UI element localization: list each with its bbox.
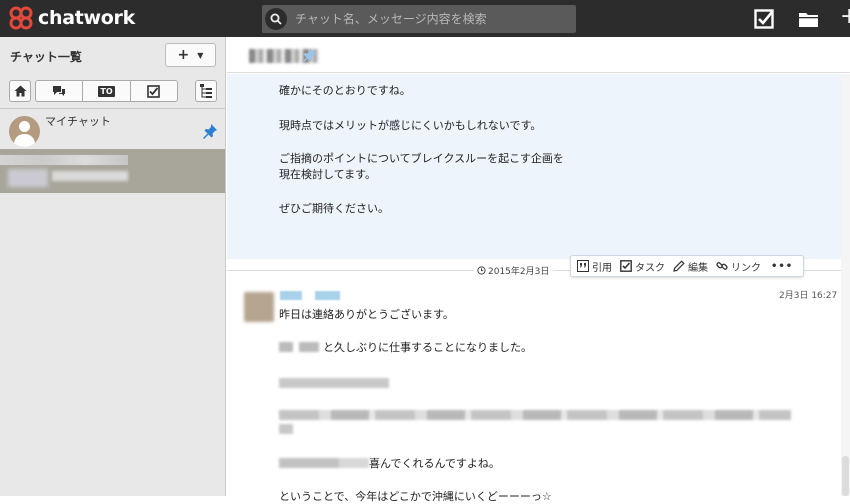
blurred-text bbox=[279, 378, 389, 388]
chat-filter-bar: TO bbox=[9, 80, 217, 102]
to-icon: TO bbox=[98, 85, 115, 97]
link-icon bbox=[716, 262, 728, 270]
avatar bbox=[9, 116, 40, 147]
message-line: 現在検討してます。 bbox=[279, 168, 377, 181]
task-check-icon bbox=[620, 260, 632, 272]
blurred-room-preview bbox=[52, 171, 128, 181]
search-icon[interactable] bbox=[265, 8, 287, 30]
group-chat-icon bbox=[53, 86, 66, 96]
home-icon bbox=[14, 85, 26, 97]
filter-to-button[interactable]: TO bbox=[83, 81, 131, 101]
blurred-name bbox=[279, 458, 369, 468]
date-divider: 2015年2月3日 bbox=[473, 264, 554, 277]
category-tree-button[interactable] bbox=[195, 80, 217, 102]
blurred-name bbox=[279, 342, 319, 352]
task-button[interactable]: タスク bbox=[620, 259, 665, 274]
message-action-bar: 引用 タスク 編集 リンク ••• bbox=[570, 255, 804, 277]
chatwork-logo-icon bbox=[9, 6, 33, 30]
message-timestamp: 2月3日 16:27 bbox=[779, 291, 838, 301]
message-line: 昨日は連絡ありがとうございます。 bbox=[279, 308, 454, 321]
message-line: 現時点ではメリットが感じにくいかもしれないです。 bbox=[279, 119, 542, 132]
chevron-down-icon: ▼ bbox=[197, 50, 204, 60]
room-item-my-chat[interactable]: マイチャット bbox=[0, 109, 225, 149]
scrollbar-thumb[interactable] bbox=[842, 456, 849, 496]
message-timeline[interactable]: 確かにそのとおりですね。 現時点ではメリットが感じにくいかもしれないです。 ご指… bbox=[227, 74, 850, 503]
message-line: 確かにそのとおりですね。 bbox=[279, 84, 411, 97]
blurred-text bbox=[279, 424, 293, 434]
edit-button[interactable]: 編集 bbox=[673, 259, 708, 274]
tree-icon bbox=[200, 84, 212, 98]
filter-task-button[interactable] bbox=[131, 81, 177, 101]
message-line: と久しぶりに仕事することになりました。 bbox=[323, 341, 532, 354]
chat-main: 確かにそのとおりですね。 現時点ではメリットが感じにくいかもしれないです。 ご指… bbox=[227, 37, 850, 503]
room-name: マイチャット bbox=[45, 115, 111, 128]
task-check-icon[interactable] bbox=[754, 9, 776, 29]
blurred-room-name bbox=[0, 155, 128, 165]
add-icon[interactable]: + bbox=[840, 4, 850, 24]
room-item-selected[interactable] bbox=[0, 149, 225, 193]
folder-icon[interactable] bbox=[798, 9, 820, 29]
message-line: 喜んでくれるんですよね。 bbox=[369, 457, 500, 470]
sidebar: チャット一覧 + ▼ TO マイチャット bbox=[0, 37, 226, 496]
quote-button[interactable]: 引用 bbox=[577, 259, 612, 274]
blurred-room-avatar bbox=[8, 169, 48, 187]
pin-icon[interactable] bbox=[301, 47, 317, 67]
date-label: 2015年2月3日 bbox=[488, 267, 550, 277]
chatwork-logo[interactable]: chatwork bbox=[8, 6, 135, 30]
logo-text: chatwork bbox=[38, 7, 135, 29]
sender-name-blurred[interactable] bbox=[280, 291, 340, 300]
edit-label: 編集 bbox=[688, 262, 708, 274]
sidebar-header: チャット一覧 + ▼ bbox=[0, 37, 226, 73]
message-line: ご指摘のポイントについてブレイクスルーを起こす企画を bbox=[279, 152, 564, 165]
message-line: ぜひご期待ください。 bbox=[279, 202, 389, 215]
quote-label: 引用 bbox=[592, 262, 612, 274]
search-box[interactable] bbox=[262, 5, 576, 33]
task-label: タスク bbox=[635, 262, 665, 274]
pin-icon[interactable] bbox=[202, 123, 218, 143]
link-button[interactable]: リンク bbox=[716, 259, 761, 274]
link-label: リンク bbox=[731, 262, 761, 274]
blurred-text bbox=[279, 410, 791, 420]
top-bar: chatwork + bbox=[0, 0, 850, 37]
task-check-icon bbox=[147, 84, 161, 98]
filter-group: TO bbox=[35, 80, 178, 102]
clock-icon bbox=[477, 266, 486, 275]
room-header bbox=[227, 37, 850, 73]
filter-home-button[interactable] bbox=[9, 80, 31, 102]
add-chat-label: + bbox=[177, 47, 190, 63]
message-line: ということで、今年はどこかで沖縄にいくどーーーっ☆ bbox=[279, 490, 552, 503]
sidebar-title: チャット一覧 bbox=[10, 50, 82, 64]
filter-group-chat-button[interactable] bbox=[36, 81, 84, 101]
scrollbar-track[interactable] bbox=[841, 74, 850, 496]
add-chat-button[interactable]: + ▼ bbox=[165, 43, 216, 67]
more-options-button[interactable]: ••• bbox=[771, 261, 793, 272]
message-previous[interactable]: 確かにそのとおりですね。 現時点ではメリットが感じにくいかもしれないです。 ご指… bbox=[227, 74, 841, 259]
search-input[interactable] bbox=[295, 12, 565, 26]
pencil-icon bbox=[673, 260, 685, 272]
quote-icon bbox=[577, 260, 589, 272]
sender-avatar[interactable] bbox=[244, 292, 274, 322]
